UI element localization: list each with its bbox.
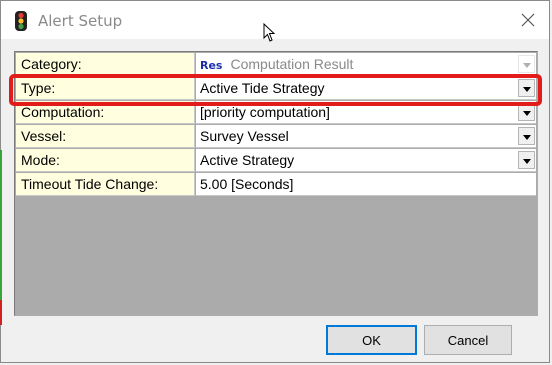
category-label: Category: [16, 53, 195, 76]
type-row-highlight [9, 74, 542, 106]
mouse-cursor-icon [263, 23, 276, 42]
computation-value-text: [priority computation] [200, 104, 330, 120]
window-title: Alert Setup [38, 12, 123, 30]
background-window-edge-red [0, 300, 2, 325]
mode-dropdown-button[interactable] [518, 151, 535, 169]
res-tag: Res [200, 59, 223, 72]
vessel-select[interactable]: Survey Vessel [196, 125, 536, 148]
timeout-field[interactable]: 5.00 [Seconds] [196, 173, 536, 196]
category-value: Res Computation Result [196, 53, 536, 76]
title-bar[interactable]: Alert Setup [1, 1, 549, 42]
mode-select[interactable]: Active Strategy [196, 149, 536, 172]
mode-value-text: Active Strategy [200, 152, 295, 168]
vessel-dropdown-button[interactable] [518, 127, 535, 145]
cancel-button[interactable]: Cancel [424, 325, 512, 355]
mode-label: Mode: [16, 149, 195, 172]
timeout-value-text: 5.00 [Seconds] [200, 176, 294, 192]
ok-button[interactable]: OK [326, 325, 417, 355]
traffic-light-icon [15, 11, 27, 31]
grid-row-vessel: Vessel: Survey Vessel [16, 125, 536, 149]
background-window-edge [0, 150, 2, 325]
category-dropdown-button [518, 55, 535, 73]
grid-row-mode: Mode: Active Strategy [16, 149, 536, 173]
grid-row-timeout: Timeout Tide Change: 5.00 [Seconds] [16, 173, 536, 197]
timeout-label: Timeout Tide Change: [16, 173, 195, 196]
close-icon[interactable] [521, 13, 535, 27]
vessel-label: Vessel: [16, 125, 195, 148]
alert-setup-dialog: Alert Setup Category: Res Computation Res… [0, 0, 550, 363]
category-value-text: Computation Result [230, 56, 354, 72]
vessel-value-text: Survey Vessel [200, 128, 289, 144]
